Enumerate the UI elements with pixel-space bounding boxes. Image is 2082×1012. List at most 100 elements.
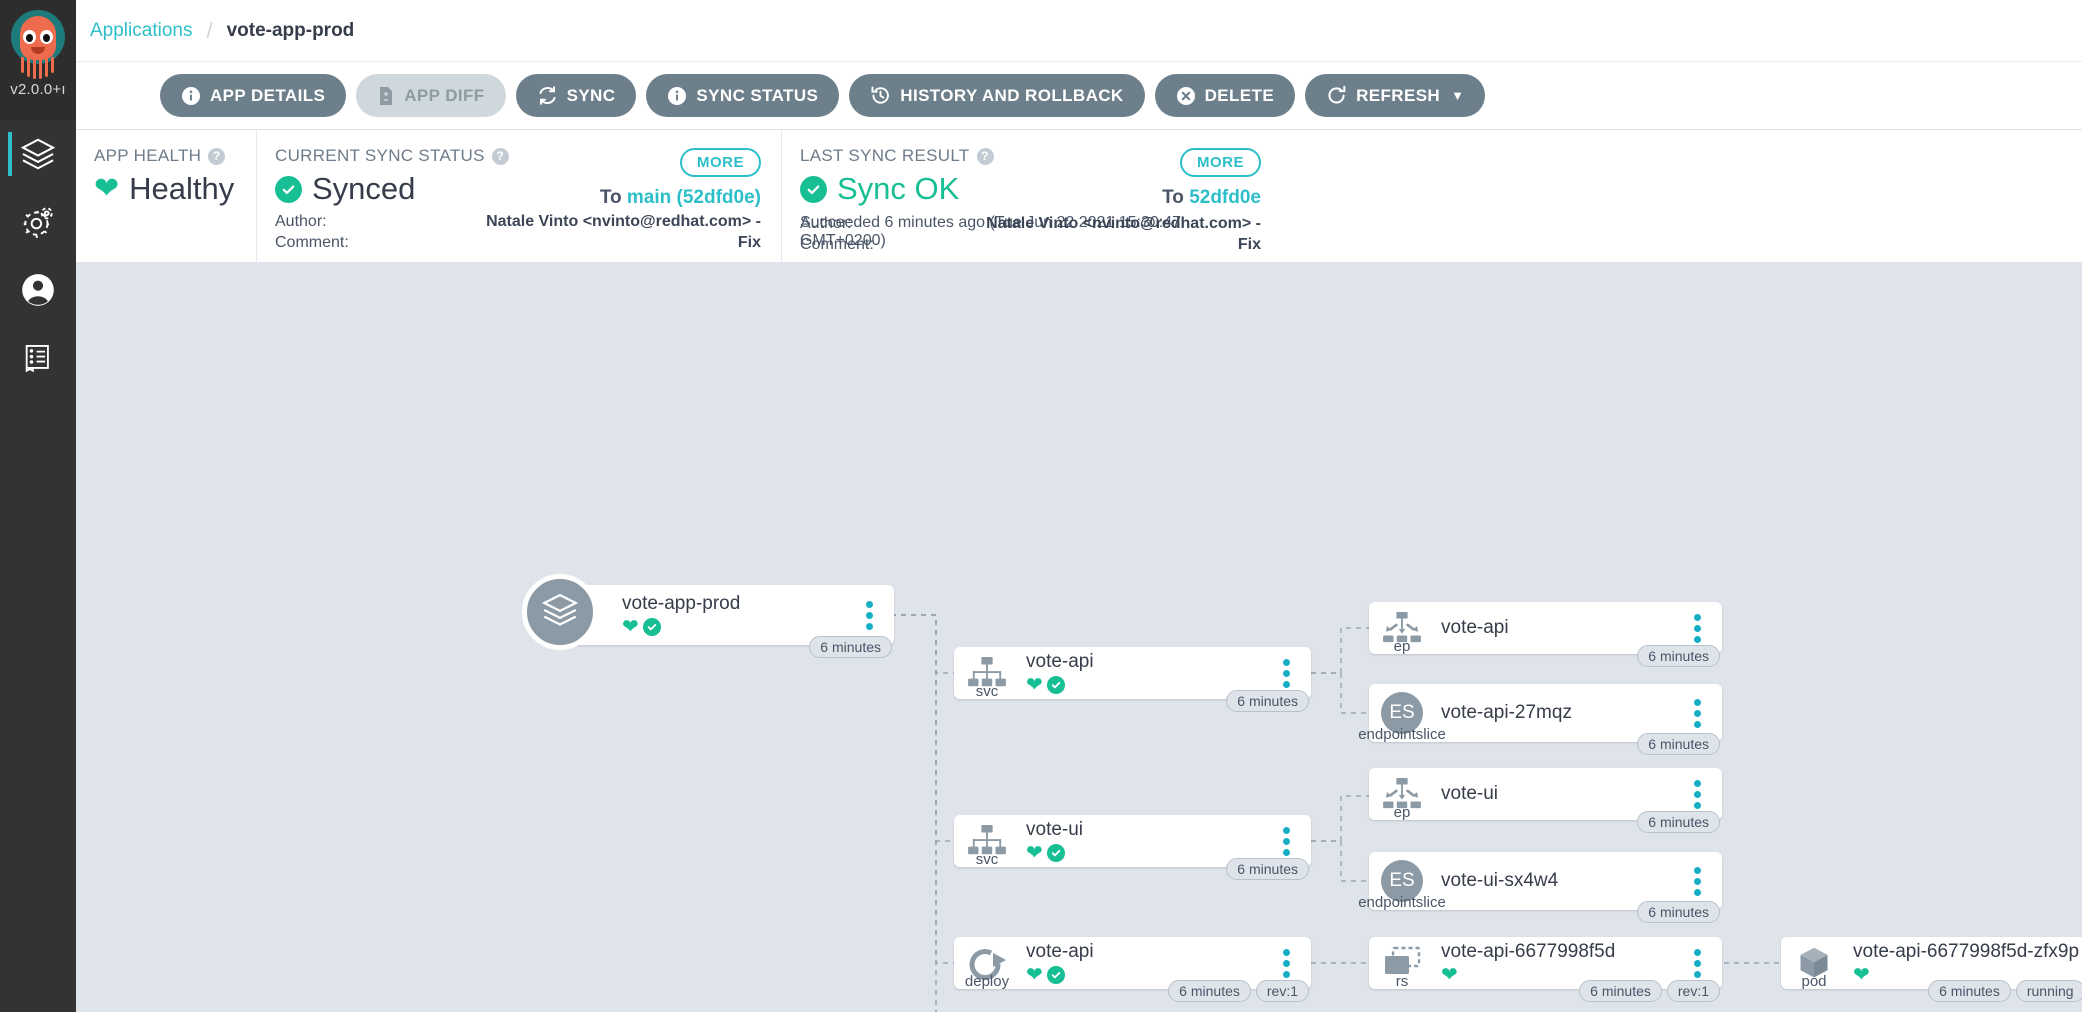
last-sync-author-value: Natale Vinto <nvinto@redhat.com> - [986, 214, 1261, 232]
app-health-value-row: ❤ Healthy [94, 171, 238, 207]
node-menu-button[interactable] [1680, 613, 1714, 643]
node-kind: endpointslice [1358, 894, 1446, 911]
check-circle-icon [1046, 844, 1065, 863]
heart-icon: ❤ [1441, 964, 1458, 987]
refresh-label: REFRESH [1356, 85, 1441, 105]
badge-age: 6 minutes [1928, 980, 2011, 1002]
node-menu-button[interactable] [852, 600, 886, 630]
endpointslice-icon: ES endpointslice [1358, 684, 1446, 743]
sync-icon [537, 85, 558, 106]
tree-node-ep-vote-ui[interactable]: ep vote-ui 6 minutes [1369, 768, 1722, 833]
refresh-button[interactable]: REFRESH ▼ [1305, 74, 1486, 117]
tree-node-pod-vote-api[interactable]: pod vote-api-6677998f5d-zfx9p ❤ 6 minute… [1781, 937, 2082, 1002]
breadcrumb-applications-link[interactable]: Applications [90, 20, 192, 42]
tree-node-ep-vote-api[interactable]: ep vote-api 6 minutes [1369, 602, 1722, 667]
app-toolbar: APP DETAILS APP DIFF SYNC SYNC STATUS HI… [76, 62, 2082, 130]
argo-logo-block[interactable]: v2.0.0+ı [0, 0, 76, 120]
tree-node-svc-vote-api[interactable]: svc vote-api ❤ 6 minutes [954, 647, 1311, 712]
heart-icon: ❤ [1026, 674, 1043, 697]
check-circle-icon [275, 175, 302, 203]
version-label: v2.0.0+ı [10, 81, 66, 98]
tree-node-application[interactable]: vote-app-prod ❤ 6 minutes [522, 574, 894, 658]
sidebar-item-documentation[interactable] [0, 324, 76, 392]
badge-age: 6 minutes [1637, 811, 1720, 833]
sync-more-button[interactable]: MORE [680, 148, 761, 177]
node-kind: deploy [964, 973, 1010, 990]
application-node-icon-circle [522, 574, 598, 650]
node-name: vote-ui-sx4w4 [1441, 870, 1559, 892]
delete-icon [1176, 86, 1196, 106]
badge-age: 6 minutes [1637, 645, 1720, 667]
tree-node-deploy-vote-api[interactable]: deploy vote-api ❤ 6 minutes rev:1 [954, 937, 1311, 1002]
book-icon [21, 341, 55, 375]
app-diff-button[interactable]: APP DIFF [356, 74, 506, 117]
check-circle-icon [1046, 676, 1065, 695]
node-status-icons: ❤ [622, 617, 852, 637]
badge-revision: rev:1 [1666, 980, 1720, 1002]
delete-button[interactable]: DELETE [1154, 74, 1296, 117]
node-menu-button[interactable] [1269, 948, 1303, 978]
heart-icon: ❤ [1026, 964, 1043, 987]
last-sync-revision-link[interactable]: 52dfd0e [1189, 187, 1261, 208]
sidebar-item-applications[interactable] [0, 120, 76, 188]
pod-icon: pod [1781, 937, 1847, 990]
endpointslice-icon: ES endpointslice [1358, 852, 1446, 911]
badge-age: 6 minutes [1226, 858, 1309, 880]
node-menu-button[interactable] [1680, 866, 1714, 896]
sync-status-title: CURRENT SYNC STATUS [275, 146, 485, 165]
history-icon [870, 85, 891, 106]
badge-revision: rev:1 [1255, 980, 1309, 1002]
node-badges: 6 minutes rev:1 [1579, 980, 1720, 1002]
file-diff-icon [377, 86, 395, 106]
sidebar-item-settings[interactable] [0, 188, 76, 256]
node-menu-button[interactable] [1269, 826, 1303, 856]
resource-tree-canvas[interactable]: vote-app-prod ❤ 6 minutes svc vote-api ❤… [76, 263, 2082, 1012]
tree-node-endpointslice-vote-ui[interactable]: ES endpointslice vote-ui-sx4w4 6 minutes [1358, 852, 1722, 923]
last-sync-result-panel: LAST SYNC RESULT ? MORE Sync OK To 52dfd… [781, 130, 1281, 262]
layers-icon [19, 135, 57, 173]
tree-node-rs-vote-api[interactable]: rs vote-api-6677998f5d ❤ 6 minutes rev:1 [1369, 937, 1722, 1002]
node-badges: 6 minutes [1637, 645, 1720, 667]
node-kind: svc [975, 683, 999, 700]
node-kind: rs [1395, 973, 1409, 990]
app-details-button[interactable]: APP DETAILS [160, 74, 347, 117]
node-badges: 6 minutes [1637, 901, 1720, 923]
badge-age: 6 minutes [1637, 733, 1720, 755]
gear-icon [19, 203, 57, 241]
node-menu-button[interactable] [1680, 779, 1714, 809]
badge-age: 6 minutes [1579, 980, 1662, 1002]
service-icon: svc [954, 815, 1020, 868]
node-menu-button[interactable] [1269, 658, 1303, 688]
last-sync-author-row: Author: Natale Vinto <nvinto@redhat.com>… [800, 213, 1261, 235]
sync-revision-link[interactable]: main (52dfd0e) [627, 187, 761, 208]
last-sync-more-button[interactable]: MORE [1180, 148, 1261, 177]
argo-octopus-logo [7, 8, 69, 80]
refresh-icon [1326, 85, 1347, 106]
sync-comment-row: Comment: Fix [275, 232, 761, 254]
help-icon[interactable]: ? [208, 147, 226, 165]
help-icon[interactable]: ? [491, 147, 509, 165]
sync-status-value: Synced [312, 171, 416, 206]
tree-node-endpointslice-vote-api[interactable]: ES endpointslice vote-api-27mqz 6 minute… [1358, 684, 1722, 755]
info-icon [667, 86, 687, 106]
breadcrumb-separator: / [206, 17, 213, 43]
node-menu-button[interactable] [1680, 698, 1714, 728]
help-icon[interactable]: ? [976, 147, 994, 165]
check-circle-icon [1046, 966, 1065, 985]
sync-status-button[interactable]: SYNC STATUS [646, 74, 840, 117]
sidebar-item-user-info[interactable] [0, 256, 76, 324]
heart-icon: ❤ [622, 616, 639, 639]
node-name: vote-ui [1441, 783, 1499, 805]
breadcrumb: Applications / vote-app-prod [90, 18, 354, 44]
status-strip: APP HEALTH ? ❤ Healthy CURRENT SYNC STAT… [76, 130, 2082, 263]
app-health-value: Healthy [129, 171, 235, 206]
node-kind: pod [1801, 973, 1827, 990]
tree-node-svc-vote-ui[interactable]: svc vote-ui ❤ 6 minutes [954, 815, 1311, 880]
last-sync-meta-rows: Author: Natale Vinto <nvinto@redhat.com>… [800, 213, 1261, 256]
user-icon [19, 271, 57, 309]
sync-button[interactable]: SYNC [515, 74, 637, 117]
history-and-rollback-button[interactable]: HISTORY AND ROLLBACK [849, 74, 1145, 117]
sync-label: SYNC [566, 85, 616, 105]
node-menu-button[interactable] [1680, 948, 1714, 978]
last-sync-comment-value: Fix [1237, 236, 1261, 254]
